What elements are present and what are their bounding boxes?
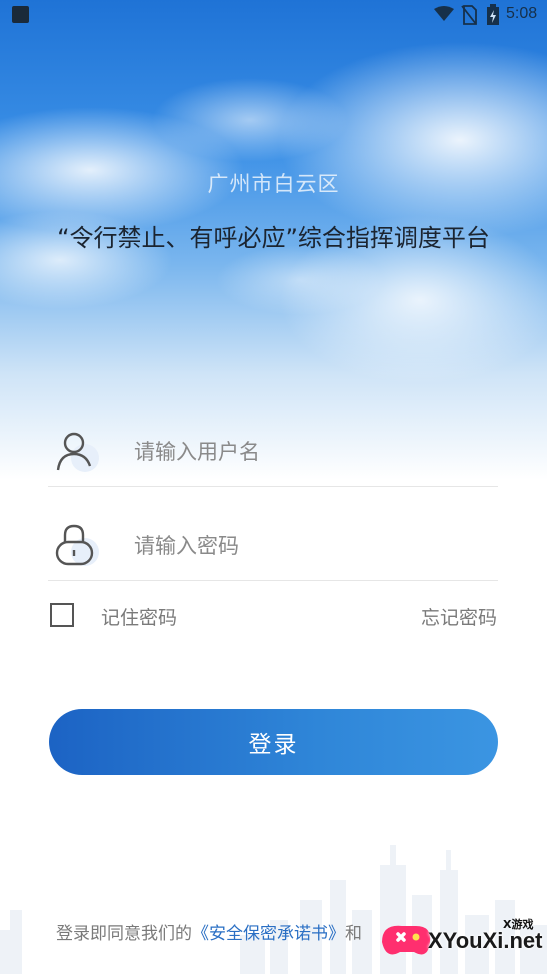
username-input[interactable] bbox=[134, 430, 484, 474]
security-agreement-link[interactable]: 《安全保密承诺书》 bbox=[192, 924, 345, 944]
agreement-prefix: 登录即同意我们的 bbox=[56, 924, 192, 944]
battery-icon bbox=[487, 4, 499, 25]
status-time: 5:08 bbox=[506, 5, 538, 22]
app-icon bbox=[12, 6, 29, 23]
forgot-password-link[interactable]: 忘记密码 bbox=[421, 603, 497, 630]
password-row bbox=[48, 510, 498, 581]
user-icon bbox=[56, 432, 99, 472]
remember-password-label[interactable]: 记住密码 bbox=[101, 603, 177, 630]
no-sim-icon bbox=[461, 5, 477, 25]
wifi-icon bbox=[434, 6, 454, 21]
remember-password-checkbox[interactable] bbox=[50, 603, 74, 627]
platform-title: “令行禁止、有呼必应”综合指挥调度平台 bbox=[57, 224, 490, 252]
agreement-suffix: 和 bbox=[345, 924, 362, 944]
username-row bbox=[48, 416, 498, 487]
agreement-text: 登录即同意我们的《安全保密承诺书》和 bbox=[56, 919, 362, 944]
gamepad-logo-icon bbox=[382, 925, 431, 955]
status-bar: 5:08 bbox=[0, 0, 547, 30]
watermark-brand: XYouXi.net bbox=[428, 928, 543, 953]
login-button[interactable]: 登录 bbox=[49, 709, 498, 775]
password-input[interactable] bbox=[134, 524, 484, 568]
lock-icon bbox=[55, 524, 99, 566]
watermark: X游戏 XYouXi.net bbox=[376, 906, 547, 974]
district-title: 广州市白云区 bbox=[207, 172, 340, 196]
